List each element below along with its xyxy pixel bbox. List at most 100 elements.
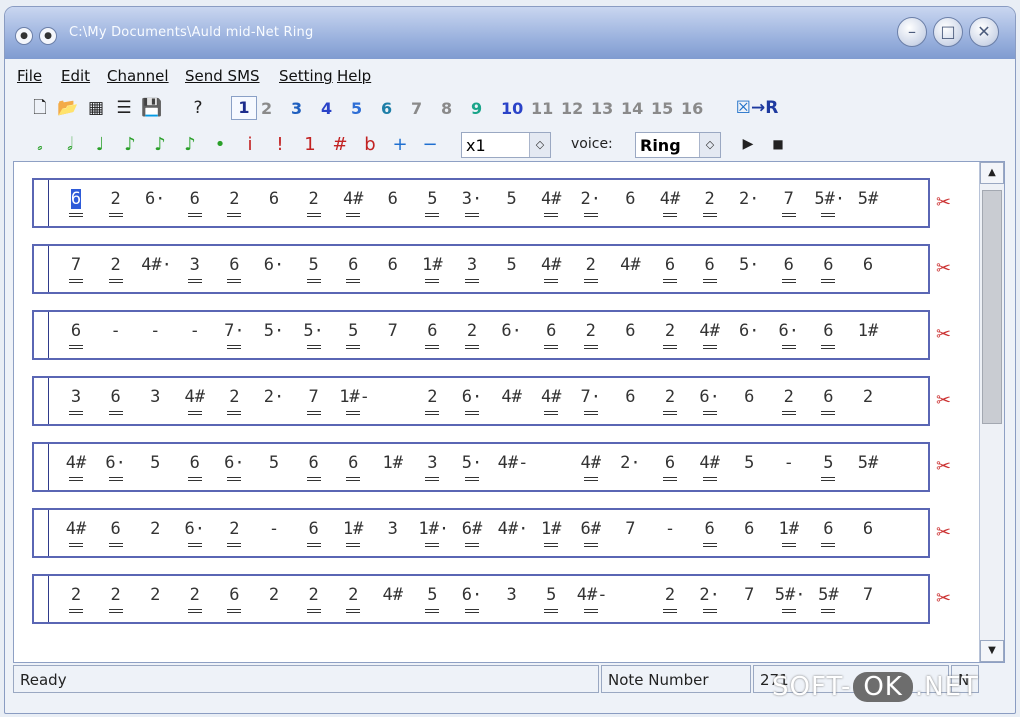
note-cell[interactable]: 3: [379, 518, 407, 540]
note-cell[interactable]: 1#: [418, 254, 446, 283]
note-cell[interactable]: 5#: [854, 188, 882, 210]
note-cell[interactable]: 1#: [379, 452, 407, 474]
note-cell[interactable]: 3: [458, 254, 486, 283]
note-cell[interactable]: 1#: [339, 518, 367, 547]
note-cell[interactable]: 2: [775, 386, 803, 415]
note-cell[interactable]: 7: [775, 188, 803, 217]
note-tool-button-12[interactable]: b: [359, 133, 381, 157]
note-tool-button-1[interactable]: 𝅗: [29, 133, 51, 157]
note-cell[interactable]: 2: [418, 386, 446, 415]
score-row[interactable]: 4# 6 2 6· 2-6 1# 3 1#· 6# 4#· 1# 6# 7-6 6 1# 6 6 ✂: [32, 508, 951, 558]
note-cell[interactable]: 2: [656, 386, 684, 415]
note-cell[interactable]: 2: [260, 584, 288, 606]
vertical-scrollbar[interactable]: ▲ ▼: [979, 162, 1004, 662]
score-row[interactable]: 6- - -7· 5· 5· 5 7 6 2 6· 6 2 6 2 4# 6· 6· 6 1# ✂: [32, 310, 951, 360]
note-cell[interactable]: 5: [339, 320, 367, 349]
note-cell[interactable]: 6: [62, 320, 90, 349]
channel-button-15[interactable]: 15: [651, 98, 673, 120]
scroll-down-button[interactable]: ▼: [980, 640, 1004, 662]
note-cell[interactable]: 6: [181, 452, 209, 481]
minimize-button[interactable]: –: [897, 17, 927, 47]
note-cell[interactable]: 6: [339, 452, 367, 481]
maximize-button[interactable]: □: [933, 17, 963, 47]
score-row[interactable]: 7 2 4#· 3 6 6· 5 6 6 1# 3 5 4# 2 4# 6 6 5· 6 6 6 ✂: [32, 244, 951, 294]
note-cell[interactable]: -: [260, 518, 288, 540]
scroll-thumb[interactable]: [982, 190, 1002, 424]
note-cell[interactable]: 5#·: [814, 188, 845, 217]
note-cell[interactable]: 4#: [616, 254, 644, 276]
note-tool-button-13[interactable]: +: [389, 133, 411, 157]
menu-send-sms[interactable]: Send SMS: [185, 67, 260, 85]
note-cell[interactable]: 2: [696, 188, 724, 217]
save-icon[interactable]: 💾: [141, 97, 163, 119]
note-cell[interactable]: 6: [379, 254, 407, 276]
close-button[interactable]: ✕: [969, 17, 999, 47]
note-cell[interactable]: 2: [181, 584, 209, 613]
note-cell[interactable]: 7: [616, 518, 644, 540]
note-cell[interactable]: 3: [498, 584, 526, 606]
note-tool-button-8[interactable]: i: [239, 133, 261, 157]
note-cell[interactable]: 2: [656, 320, 684, 349]
note-cell[interactable]: 3: [181, 254, 209, 283]
note-cell[interactable]: 4#: [62, 452, 90, 481]
note-cell[interactable]: 5·: [260, 320, 288, 342]
note-cell[interactable]: 6·: [181, 518, 209, 547]
channel-button-2[interactable]: 2: [261, 98, 272, 120]
note-cell[interactable]: 6: [775, 254, 803, 283]
channel-button-11[interactable]: 11: [531, 98, 553, 120]
note-cell[interactable]: 6·: [102, 452, 130, 481]
note-cell[interactable]: 7: [735, 584, 763, 606]
note-cell[interactable]: 2: [220, 518, 248, 547]
note-cell[interactable]: 6: [300, 452, 328, 481]
channel-button-5[interactable]: 5: [351, 98, 362, 120]
note-cell[interactable]: 7: [854, 584, 882, 606]
note-cell[interactable]: 5#: [854, 452, 882, 474]
note-cell[interactable]: 6·: [498, 320, 526, 342]
note-cell[interactable]: 6#: [577, 518, 605, 547]
note-cell[interactable]: -: [656, 518, 684, 540]
note-cell[interactable]: 6: [656, 254, 684, 283]
note-tool-button-3[interactable]: ♩: [89, 133, 111, 157]
note-cell[interactable]: 5·: [735, 254, 763, 276]
note-cell[interactable]: 1#: [854, 320, 882, 342]
note-cell[interactable]: 4#: [537, 188, 565, 217]
note-cell[interactable]: 2: [102, 584, 130, 613]
note-tool-button-11[interactable]: #: [329, 133, 351, 157]
note-cell[interactable]: 6: [854, 254, 882, 276]
note-cell[interactable]: 6: [696, 518, 724, 547]
note-cell[interactable]: 2: [577, 320, 605, 349]
note-cell[interactable]: 4#: [696, 452, 724, 481]
note-cell[interactable]: 3: [62, 386, 90, 415]
help-icon[interactable]: ?: [187, 97, 209, 119]
multiplier-select[interactable]: x1 ◇: [461, 132, 551, 158]
menu-file[interactable]: File: [17, 67, 42, 85]
note-tool-button-5[interactable]: ♪: [149, 133, 171, 157]
note-cell[interactable]: 4#: [339, 188, 367, 217]
note-cell[interactable]: -: [181, 320, 209, 342]
note-cell[interactable]: 4#: [181, 386, 209, 415]
note-cell[interactable]: 6·: [458, 386, 486, 415]
note-cell[interactable]: 3: [141, 386, 169, 408]
note-cell[interactable]: 6·: [775, 320, 803, 349]
channel-button-12[interactable]: 12: [561, 98, 583, 120]
note-tool-button-6[interactable]: ♪: [179, 133, 201, 157]
note-cell[interactable]: 6: [220, 584, 248, 613]
channel-button-14[interactable]: 14: [621, 98, 643, 120]
note-cell[interactable]: 4#: [537, 254, 565, 283]
note-cell[interactable]: 5: [498, 254, 526, 276]
note-cell[interactable]: 2: [220, 386, 248, 415]
channel-button-7[interactable]: 7: [411, 98, 422, 120]
note-cell[interactable]: 6: [220, 254, 248, 283]
scissors-icon[interactable]: ✂: [936, 390, 982, 411]
note-cell[interactable]: 6#: [458, 518, 486, 547]
note-cell[interactable]: -: [102, 320, 130, 342]
open-icon[interactable]: 📂: [57, 97, 79, 119]
note-cell[interactable]: 6: [854, 518, 882, 540]
note-cell[interactable]: 4#: [62, 518, 90, 547]
channel-button-9[interactable]: 9: [471, 98, 482, 120]
note-cell[interactable]: 2: [300, 188, 328, 217]
channel-button-4[interactable]: 4: [321, 98, 332, 120]
note-cell[interactable]: 4#: [537, 386, 565, 415]
note-cell[interactable]: 5#·: [775, 584, 806, 613]
note-cell[interactable]: 6: [616, 386, 644, 408]
